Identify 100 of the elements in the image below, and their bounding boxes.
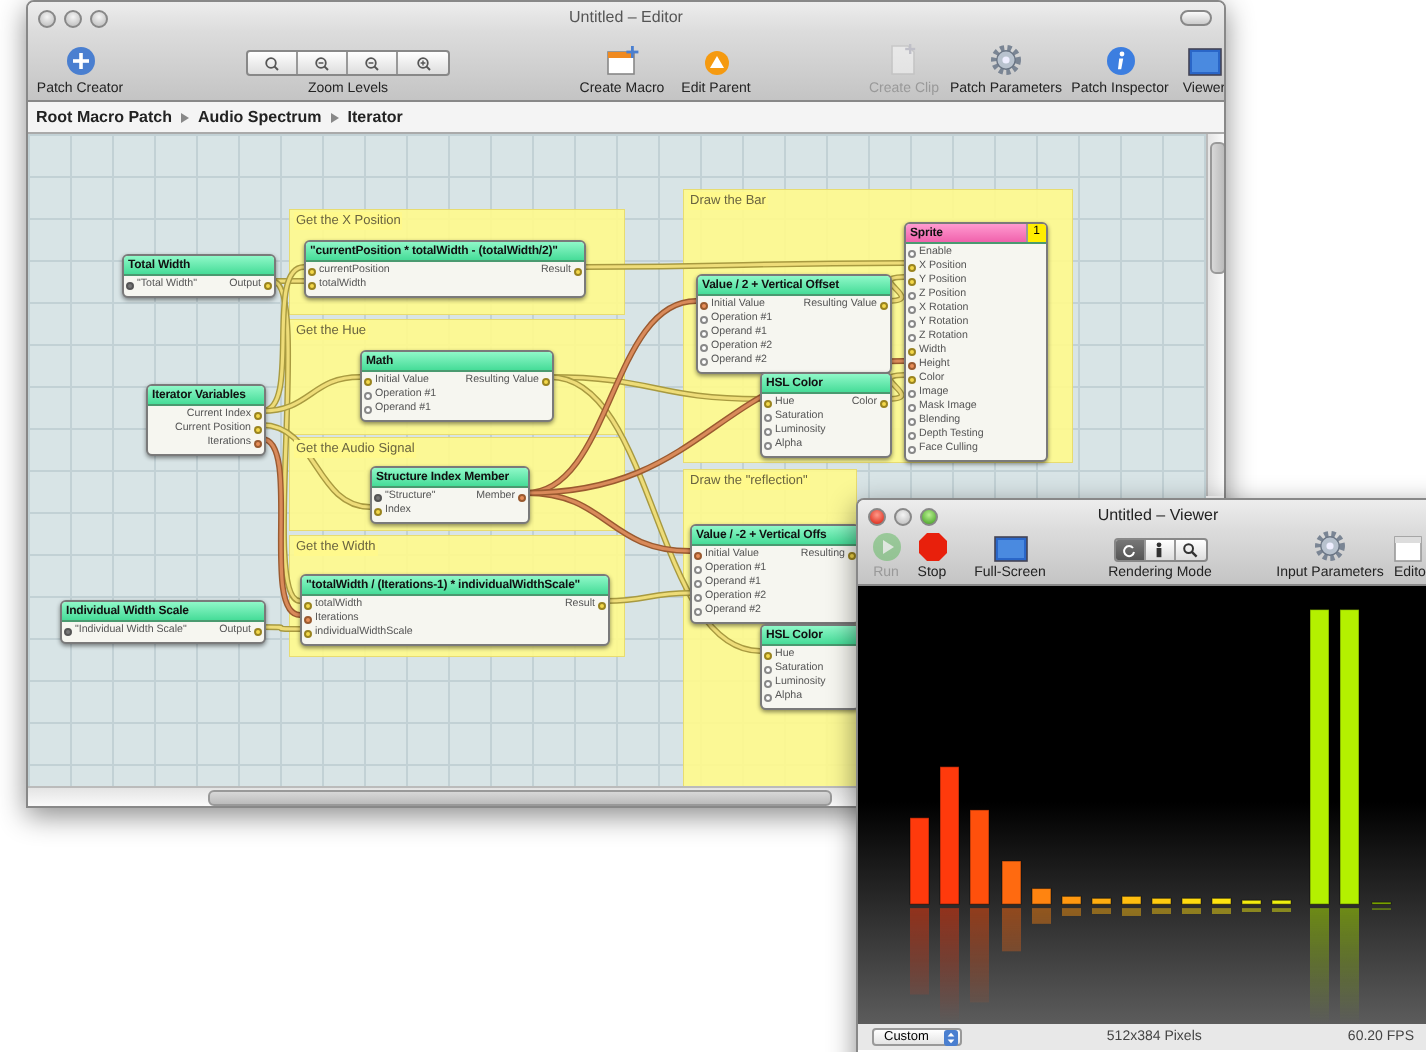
patch-cord[interactable] bbox=[262, 624, 300, 632]
gear-icon bbox=[990, 44, 1022, 76]
window-icon bbox=[1394, 536, 1422, 562]
port-dot[interactable] bbox=[908, 403, 916, 411]
port-dot[interactable] bbox=[598, 601, 606, 609]
port-dot[interactable] bbox=[764, 679, 772, 687]
port-dot[interactable] bbox=[364, 405, 372, 413]
port-dot[interactable] bbox=[880, 399, 888, 407]
port-dot[interactable] bbox=[764, 427, 772, 435]
scroll-thumb[interactable] bbox=[208, 790, 832, 806]
port-dot[interactable] bbox=[908, 431, 916, 439]
play-icon bbox=[871, 532, 901, 562]
window-title: Untitled – Editor bbox=[569, 8, 683, 26]
port-dot[interactable] bbox=[908, 389, 916, 397]
scroll-thumb[interactable] bbox=[1210, 142, 1224, 274]
port-dot[interactable] bbox=[908, 417, 916, 425]
vertical-scrollbar[interactable] bbox=[1206, 134, 1224, 496]
magnifier-icon bbox=[312, 55, 332, 71]
port-dot[interactable] bbox=[908, 445, 916, 453]
port-dot[interactable] bbox=[908, 249, 916, 257]
patch-cord[interactable] bbox=[582, 260, 904, 270]
patch-cord[interactable] bbox=[887, 372, 905, 402]
port-dot[interactable] bbox=[908, 361, 916, 369]
port-dot[interactable] bbox=[880, 301, 888, 309]
port-dot[interactable] bbox=[374, 507, 382, 515]
patch-cord[interactable] bbox=[605, 590, 691, 604]
chevron-icon bbox=[180, 111, 191, 123]
info-icon bbox=[1105, 46, 1135, 76]
port-dot[interactable] bbox=[908, 305, 916, 313]
port-dot[interactable] bbox=[908, 375, 916, 383]
port-dot[interactable] bbox=[694, 551, 702, 559]
port-dot[interactable] bbox=[126, 281, 134, 289]
port-dot[interactable] bbox=[908, 277, 916, 285]
magnifier-icon bbox=[413, 55, 433, 71]
minimize-button[interactable] bbox=[64, 10, 82, 28]
port-dot[interactable] bbox=[908, 291, 916, 299]
up-arrow-circle-icon bbox=[703, 50, 729, 76]
port-dot[interactable] bbox=[764, 693, 772, 701]
port-dot[interactable] bbox=[254, 439, 262, 447]
port-dot[interactable] bbox=[304, 615, 312, 623]
port-dot[interactable] bbox=[308, 267, 316, 275]
patch-cord[interactable] bbox=[272, 278, 304, 284]
magnifier-icon bbox=[262, 55, 282, 71]
close-button[interactable] bbox=[868, 508, 886, 526]
monitor-icon bbox=[1187, 48, 1221, 76]
magnifier-icon bbox=[362, 55, 382, 71]
port-dot[interactable] bbox=[374, 493, 382, 501]
port-dot[interactable] bbox=[700, 343, 708, 351]
patch-cord[interactable] bbox=[887, 274, 905, 304]
close-button[interactable] bbox=[38, 10, 56, 28]
port-dot[interactable] bbox=[908, 263, 916, 271]
horizontal-scrollbar[interactable] bbox=[28, 786, 856, 806]
port-dot[interactable] bbox=[64, 627, 72, 635]
chevron-icon bbox=[329, 111, 340, 123]
port-dot[interactable] bbox=[308, 281, 316, 289]
rendering-mode-segment[interactable] bbox=[1115, 540, 1145, 560]
gear-icon bbox=[1314, 530, 1346, 562]
port-dot[interactable] bbox=[364, 377, 372, 385]
minimize-button[interactable] bbox=[894, 508, 912, 526]
port-dot[interactable] bbox=[518, 493, 526, 501]
zoom-button[interactable] bbox=[90, 10, 108, 28]
port-dot[interactable] bbox=[908, 333, 916, 341]
port-dot[interactable] bbox=[542, 377, 550, 385]
stop-icon bbox=[917, 532, 947, 562]
patch-cord[interactable] bbox=[261, 422, 371, 510]
port-dot[interactable] bbox=[364, 391, 372, 399]
breadcrumb-item[interactable]: Root Macro Patch bbox=[36, 108, 173, 126]
port-dot[interactable] bbox=[700, 301, 708, 309]
port-dot[interactable] bbox=[254, 411, 262, 419]
port-dot[interactable] bbox=[304, 629, 312, 637]
port-dot[interactable] bbox=[764, 441, 772, 449]
page-plus-icon bbox=[890, 44, 918, 76]
breadcrumb-item[interactable]: Iterator bbox=[347, 108, 403, 126]
refresh-icon bbox=[1122, 543, 1136, 557]
port-dot[interactable] bbox=[304, 601, 312, 609]
port-dot[interactable] bbox=[574, 267, 582, 275]
port-dot[interactable] bbox=[908, 347, 916, 355]
port-dot[interactable] bbox=[700, 329, 708, 337]
port-dot[interactable] bbox=[764, 413, 772, 421]
port-dot[interactable] bbox=[254, 425, 262, 433]
breadcrumb-item[interactable]: Audio Spectrum bbox=[198, 108, 322, 126]
port-dot[interactable] bbox=[700, 315, 708, 323]
plus-circle-icon bbox=[65, 46, 95, 76]
port-dot[interactable] bbox=[764, 651, 772, 659]
patch-cord[interactable] bbox=[261, 374, 361, 414]
port-dot[interactable] bbox=[694, 593, 702, 601]
toolbar-toggle-button[interactable] bbox=[1180, 10, 1212, 26]
port-dot[interactable] bbox=[254, 627, 262, 635]
port-dot[interactable] bbox=[764, 665, 772, 673]
port-dot[interactable] bbox=[700, 357, 708, 365]
port-dot[interactable] bbox=[908, 319, 916, 327]
window-plus-icon bbox=[605, 46, 639, 76]
port-dot[interactable] bbox=[764, 399, 772, 407]
port-dot[interactable] bbox=[694, 607, 702, 615]
port-dot[interactable] bbox=[694, 579, 702, 587]
zoom-button[interactable] bbox=[920, 508, 938, 526]
port-dot[interactable] bbox=[694, 565, 702, 573]
port-dot[interactable] bbox=[264, 281, 272, 289]
figure-icon bbox=[1154, 542, 1164, 558]
monitor-icon bbox=[993, 536, 1027, 562]
